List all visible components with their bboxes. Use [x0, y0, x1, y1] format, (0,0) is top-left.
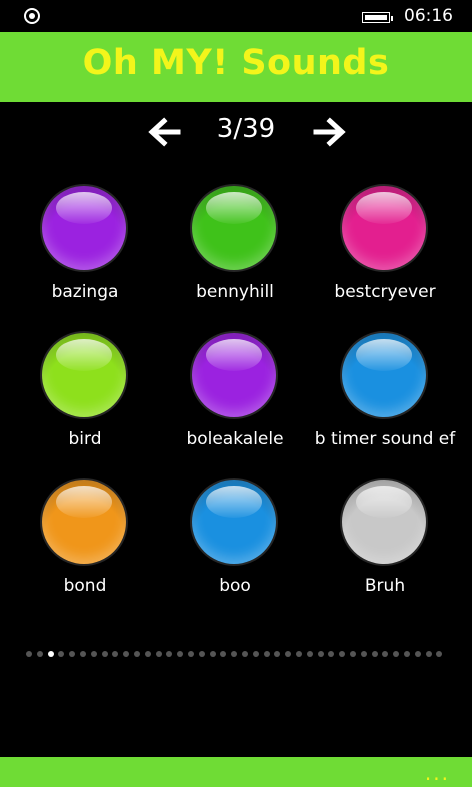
page-dot — [425, 651, 432, 657]
page-dot — [188, 651, 194, 657]
sound-label: boo — [219, 576, 251, 596]
page-dot — [393, 651, 400, 657]
sound-button[interactable] — [342, 480, 426, 564]
sound-button[interactable] — [192, 186, 276, 270]
page-dot — [436, 651, 443, 657]
app-title: Oh MY! Sounds — [82, 43, 390, 83]
page-dot — [90, 651, 97, 657]
page-dot — [317, 651, 324, 657]
sound-button[interactable] — [342, 333, 426, 417]
page-dot — [306, 651, 313, 657]
sound-label: b timer sound ef — [314, 429, 456, 449]
page-dot — [414, 651, 421, 657]
page-dot — [360, 651, 367, 657]
sound-label: bond — [63, 576, 107, 596]
sound-button[interactable] — [42, 333, 126, 417]
page-dot — [123, 651, 130, 657]
page-dot — [36, 651, 43, 657]
sound-label: Bruh — [364, 576, 406, 596]
status-bar: 06:16 — [0, 0, 472, 32]
page-dot — [144, 651, 151, 657]
sound-label: bestcryever — [334, 282, 436, 302]
page-dot — [285, 651, 292, 657]
sound-item[interactable]: boo — [160, 480, 310, 610]
sound-button[interactable] — [342, 186, 426, 270]
page-dot — [339, 651, 346, 657]
previous-page-arrow-icon[interactable] — [144, 114, 184, 150]
page-dot — [112, 651, 119, 657]
sound-item[interactable]: b timer sound ef — [310, 333, 460, 463]
page-dot — [177, 651, 184, 657]
page-dot — [198, 651, 205, 657]
sound-button[interactable] — [42, 186, 126, 270]
next-page-arrow-icon[interactable] — [310, 114, 350, 150]
page-dot — [242, 651, 248, 657]
sound-button[interactable] — [42, 480, 126, 564]
sound-item[interactable]: bennyhill — [160, 186, 310, 316]
app-header: Oh MY! Sounds — [0, 32, 472, 102]
page-dot — [134, 651, 140, 657]
sound-button[interactable] — [192, 333, 276, 417]
page-dot — [58, 651, 65, 657]
sound-item[interactable]: boleakalele — [160, 333, 310, 463]
sound-item[interactable]: Bruh — [310, 480, 460, 610]
battery-icon — [362, 12, 393, 23]
sound-item[interactable]: bestcryever — [310, 186, 460, 316]
page-dot — [101, 651, 108, 657]
sound-label: bird — [68, 429, 102, 449]
page-dot — [296, 651, 302, 657]
page-dot — [69, 651, 76, 657]
sound-item[interactable]: bazinga — [10, 186, 160, 316]
page-dot — [220, 651, 227, 657]
page-dot — [371, 651, 378, 657]
sound-label: bazinga — [51, 282, 119, 302]
page-dot — [155, 651, 162, 657]
app-bar: ... — [0, 757, 472, 787]
status-time: 06:16 — [404, 6, 453, 26]
page-dot — [328, 651, 335, 657]
page-dot — [404, 651, 410, 657]
page-dot — [382, 651, 389, 657]
page-dot — [26, 651, 32, 657]
sound-item[interactable]: bird — [10, 333, 160, 463]
page-counter: 3/39 — [216, 114, 276, 144]
page-dot — [350, 651, 356, 657]
page-dot — [209, 651, 216, 657]
page-dot — [231, 651, 238, 657]
page-dot — [252, 651, 259, 657]
page-indicator — [26, 651, 446, 661]
sound-button[interactable] — [192, 480, 276, 564]
page-dot — [166, 651, 173, 657]
page-dot — [263, 651, 270, 657]
sound-label: bennyhill — [196, 282, 274, 302]
sound-item[interactable]: bond — [10, 480, 160, 610]
more-options-button[interactable]: ... — [425, 761, 450, 785]
notification-icon — [24, 8, 40, 24]
page-dot — [80, 651, 86, 657]
page-dot — [274, 651, 281, 657]
page-dot — [47, 651, 54, 657]
sound-label: boleakalele — [186, 429, 284, 449]
